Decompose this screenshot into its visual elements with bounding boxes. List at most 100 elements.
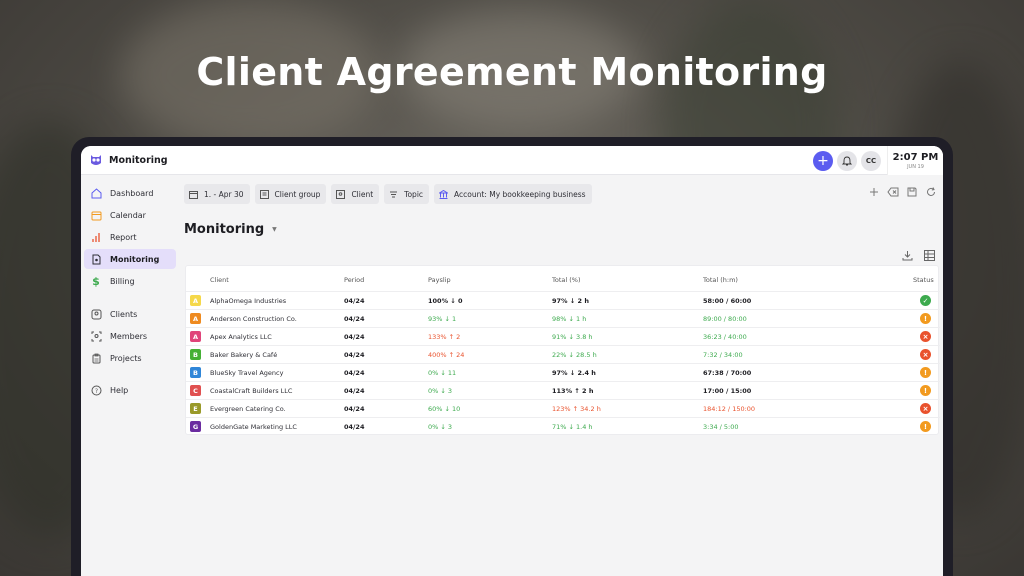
home-icon: [90, 187, 102, 199]
table-row[interactable]: E Evergreen Catering Co. 04/24 60% ↓ 10 123%…: [186, 399, 940, 417]
filter-label: Account: My bookkeeping business: [454, 189, 586, 199]
topic-icon: [389, 190, 398, 199]
page-title[interactable]: Monitoring ▼: [184, 222, 277, 237]
payslip-cell: 60% ↓ 10: [428, 405, 461, 413]
sidebar-item-report[interactable]: Report: [84, 227, 176, 247]
sidebar-item-label: Dashboard: [110, 188, 154, 198]
column-header-client[interactable]: Client: [210, 276, 229, 284]
add-button[interactable]: +: [813, 150, 833, 171]
client-name[interactable]: Anderson Construction Co.: [210, 315, 297, 323]
table-row[interactable]: A Apex Analytics LLC 04/24 133% ↑ 2 91% ↓ 3.…: [186, 327, 940, 345]
clear-filter-icon[interactable]: [887, 186, 899, 198]
bell-icon: [842, 156, 852, 165]
owl-logo-icon: [91, 155, 101, 165]
sidebar-item-billing[interactable]: $ Billing: [84, 271, 176, 291]
table-row[interactable]: B BlueSky Travel Agency 04/24 0% ↓ 11 97% ↓ …: [186, 363, 940, 381]
sidebar-item-label: Help: [110, 385, 129, 395]
sidebar-item-monitoring[interactable]: Monitoring: [84, 249, 176, 269]
table-row[interactable]: C CoastalCraft Builders LLC 04/24 0% ↓ 3 113…: [186, 381, 940, 399]
sidebar-item-label: Billing: [110, 276, 135, 286]
calendar-icon: [90, 209, 102, 221]
status-error-icon: ×: [920, 331, 931, 342]
dollar-icon: $: [92, 274, 100, 288]
bar-chart-icon: [90, 231, 102, 243]
column-header-total-pct[interactable]: Total (%): [552, 276, 581, 284]
filter-client-group[interactable]: Client group: [254, 184, 327, 204]
client-avatar-badge: G: [190, 421, 201, 432]
client-avatar-badge: A: [190, 295, 201, 306]
add-filter-icon[interactable]: [868, 186, 880, 198]
status-warning-icon: !: [920, 367, 931, 378]
clients-icon: [90, 308, 102, 320]
column-header-status[interactable]: Status: [913, 276, 934, 284]
column-header-payslip[interactable]: Payslip: [428, 276, 451, 284]
table-row[interactable]: A Anderson Construction Co. 04/24 93% ↓ 1 98…: [186, 309, 940, 327]
column-header-period[interactable]: Period: [344, 276, 364, 284]
svg-text:?: ?: [94, 388, 97, 395]
client-avatar-badge: A: [190, 313, 201, 324]
period-cell: 04/24: [344, 423, 365, 431]
client-name[interactable]: Apex Analytics LLC: [210, 333, 272, 341]
period-cell: 04/24: [344, 387, 365, 395]
clock: 2:07 PM JUN 19: [887, 146, 943, 175]
period-cell: 04/24: [344, 351, 365, 359]
notifications-button[interactable]: [837, 150, 857, 171]
filter-actions: [861, 186, 937, 198]
total-pct-cell: 98% ↓ 1 h: [552, 315, 587, 323]
filter-topic[interactable]: Topic: [384, 184, 430, 204]
table-row[interactable]: B Baker Bakery & Café 04/24 400% ↑ 24 22% ↓ …: [186, 345, 940, 363]
filter-bar: 1. - Apr 30 Client group Client Topic Ac…: [184, 184, 597, 204]
clipboard-icon: [90, 352, 102, 364]
client-name[interactable]: CoastalCraft Builders LLC: [210, 387, 292, 395]
top-bar: Monitoring + CC 2:07 PM JUN 19: [81, 146, 943, 175]
table-row[interactable]: G GoldenGate Marketing LLC 04/24 0% ↓ 3 71% …: [186, 417, 940, 435]
sidebar-item-label: Members: [110, 331, 148, 341]
table-row[interactable]: A AlphaOmega Industries 04/24 100% ↓ 0 97% ↓…: [186, 291, 940, 309]
download-icon[interactable]: [901, 249, 913, 261]
payslip-cell: 0% ↓ 11: [428, 369, 457, 377]
client-name[interactable]: Evergreen Catering Co.: [210, 405, 286, 413]
filter-date-range[interactable]: 1. - Apr 30: [184, 184, 250, 204]
client-name[interactable]: GoldenGate Marketing LLC: [210, 423, 297, 431]
filter-account[interactable]: Account: My bookkeeping business: [434, 184, 592, 204]
client-avatar-badge: C: [190, 385, 201, 396]
period-cell: 04/24: [344, 369, 365, 377]
total-pct-cell: 113% ↑ 2 h: [552, 387, 594, 395]
payslip-cell: 400% ↑ 24: [428, 351, 465, 359]
total-pct-cell: 97% ↓ 2.4 h: [552, 369, 596, 377]
client-name[interactable]: BlueSky Travel Agency: [210, 369, 283, 377]
payslip-cell: 100% ↓ 0: [428, 297, 463, 305]
sidebar-item-help[interactable]: ? Help: [84, 380, 176, 400]
column-header-total-hm[interactable]: Total (h:m): [703, 276, 738, 284]
sidebar: Dashboard Calendar Report Monitoring $ B…: [81, 176, 179, 576]
sidebar-item-members[interactable]: Members: [84, 326, 176, 346]
app-screen: Monitoring + CC 2:07 PM JUN 19 Dashboard: [81, 146, 943, 576]
filter-client[interactable]: Client: [331, 184, 380, 204]
monitoring-table: Client Period Payslip Total (%) Total (h…: [185, 265, 940, 435]
client-name[interactable]: AlphaOmega Industries: [210, 297, 286, 305]
help-icon: ?: [90, 384, 102, 396]
table-tools: [891, 249, 935, 261]
sidebar-item-dashboard[interactable]: Dashboard: [84, 183, 176, 203]
total-hm-cell: 7:32 / 34:00: [703, 351, 743, 359]
group-icon: [259, 189, 269, 199]
sidebar-item-label: Monitoring: [110, 254, 160, 264]
total-hm-cell: 67:38 / 70:00: [703, 369, 752, 377]
client-avatar-badge: A: [190, 331, 201, 342]
sidebar-item-label: Projects: [110, 353, 142, 363]
client-name[interactable]: Baker Bakery & Café: [210, 351, 277, 359]
columns-icon[interactable]: [923, 249, 935, 261]
filter-label: Client group: [274, 189, 321, 199]
sidebar-item-clients[interactable]: Clients: [84, 304, 176, 324]
total-hm-cell: 3:34 / 5:00: [703, 423, 739, 431]
sidebar-item-projects[interactable]: Projects: [84, 348, 176, 368]
sidebar-item-calendar[interactable]: Calendar: [84, 205, 176, 225]
total-pct-cell: 22% ↓ 28.5 h: [552, 351, 597, 359]
refresh-icon[interactable]: [925, 186, 937, 198]
calendar-icon: [189, 190, 198, 199]
total-pct-cell: 91% ↓ 3.8 h: [552, 333, 593, 341]
user-avatar[interactable]: CC: [861, 150, 881, 171]
bank-icon: [439, 189, 449, 199]
total-pct-cell: 123% ↑ 34.2 h: [552, 405, 601, 413]
save-icon[interactable]: [906, 186, 918, 198]
